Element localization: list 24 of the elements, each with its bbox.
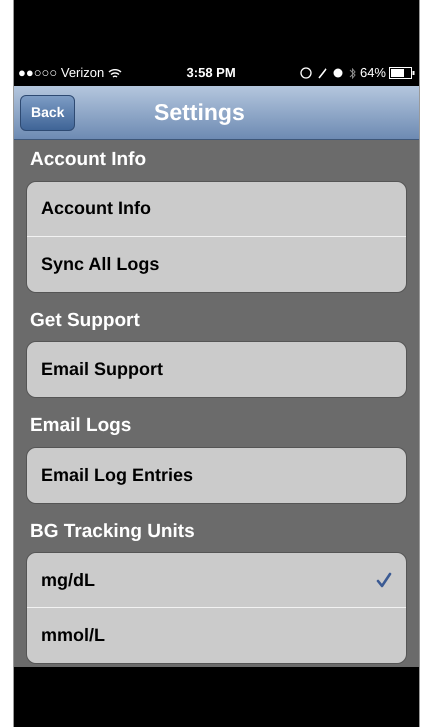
row-label: mmol/L: [41, 624, 106, 647]
settings-row[interactable]: Account Info: [27, 182, 406, 236]
row-label: Account Info: [41, 197, 152, 220]
bluetooth-icon: [348, 68, 356, 78]
section-header: BG Tracking Units: [29, 520, 196, 544]
page-title: Settings: [154, 98, 245, 128]
section-header: Email Logs: [29, 414, 132, 438]
row-label: mg/dL: [41, 568, 96, 592]
settings-row[interactable]: Email Log Entries: [27, 448, 406, 502]
row-label: Sync All Logs: [41, 252, 160, 276]
settings-row[interactable]: mg/dL: [27, 553, 406, 608]
carrier-text: ●●○○○ Verizon: [18, 64, 104, 82]
row-label: Email Log Entries: [41, 464, 194, 487]
section-header: Account Info: [29, 148, 148, 172]
settings-row[interactable]: Sync All Logs: [27, 236, 406, 292]
section-header: Get Support: [29, 308, 141, 332]
battery-icon: [389, 67, 415, 79]
back-button[interactable]: Back: [20, 94, 76, 130]
settings-row[interactable]: mmol/L: [27, 608, 406, 663]
clock-text: 3:58 PM: [186, 64, 236, 82]
battery-text: 64%: [360, 64, 386, 82]
row-label: Email Support: [41, 358, 164, 381]
settings-row[interactable]: Email Support: [27, 342, 406, 397]
wifi-icon: [108, 68, 122, 78]
